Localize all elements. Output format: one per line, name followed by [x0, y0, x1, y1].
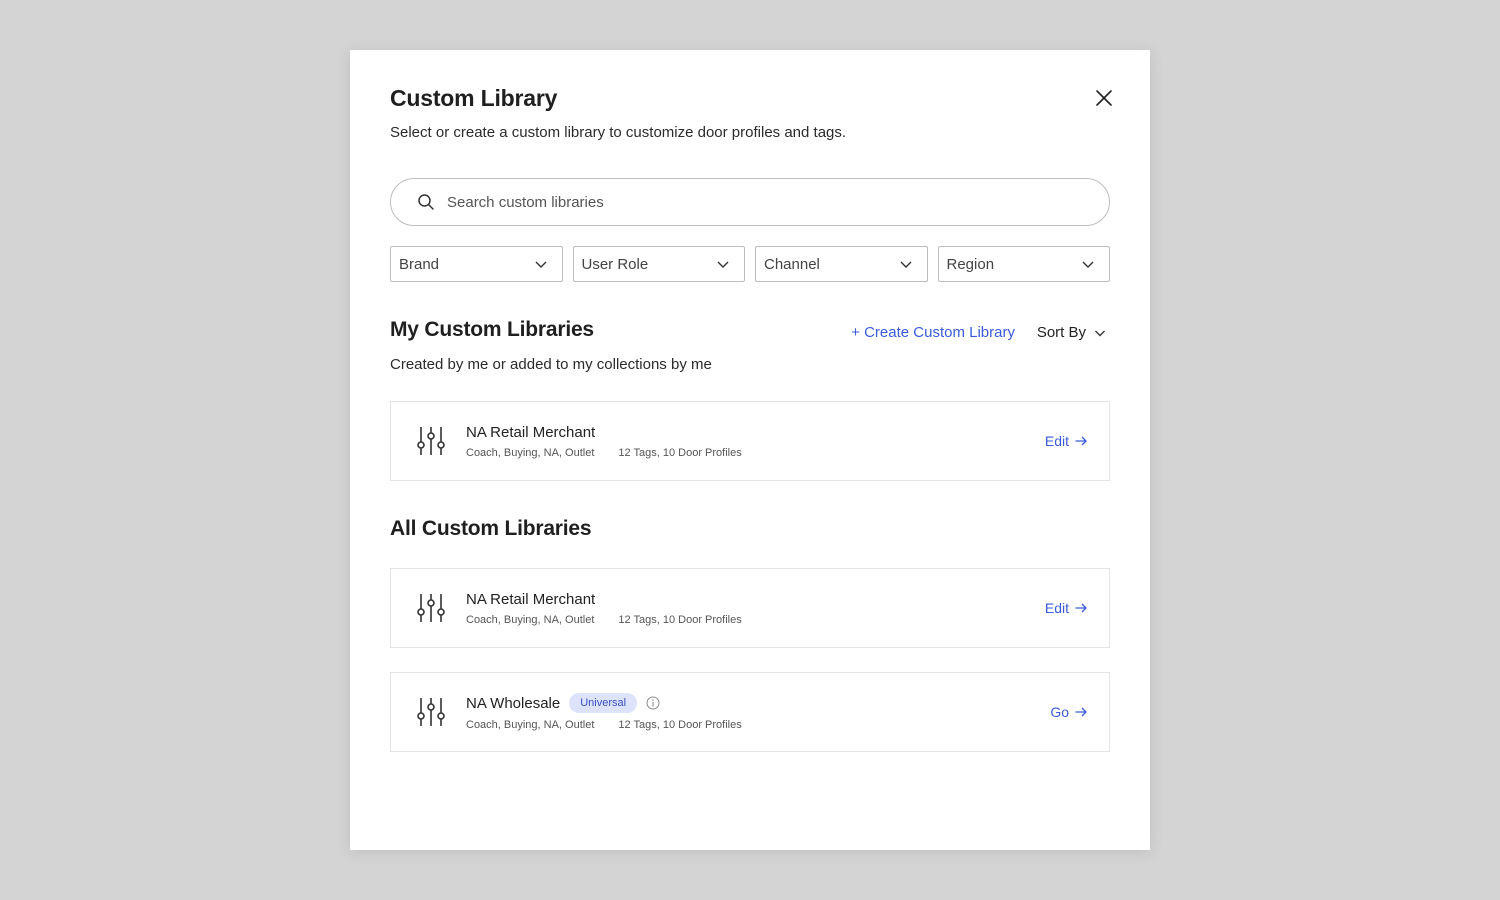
search-icon — [418, 194, 434, 210]
sliders-icon — [417, 698, 445, 726]
region-filter-dropdown[interactable]: Region — [937, 246, 1110, 282]
channel-filter-label: Channel — [764, 255, 820, 273]
search-input[interactable] — [447, 179, 1109, 225]
close-icon — [1096, 90, 1112, 106]
my-libraries-subtitle: Created by me or added to my collections… — [390, 356, 712, 373]
modal-title: Custom Library — [390, 85, 558, 111]
library-counts: 12 Tags, 10 Door Profiles — [618, 719, 742, 731]
library-tags: Coach, Buying, NA, Outlet — [466, 446, 595, 459]
chevron-down-icon — [535, 261, 546, 268]
chevron-down-icon — [1082, 261, 1094, 268]
close-button[interactable] — [1094, 88, 1114, 108]
info-icon[interactable] — [646, 696, 660, 710]
library-info: NA Retail Merchant Coach, Buying, NA, Ou… — [466, 591, 1045, 626]
all-libraries-title: All Custom Libraries — [390, 517, 592, 540]
library-counts: 12 Tags, 10 Door Profiles — [618, 613, 742, 626]
library-card[interactable]: NA Retail Merchant Coach, Buying, NA, Ou… — [390, 568, 1110, 648]
arrow-right-icon — [1075, 707, 1087, 717]
library-info: NA Wholesale Universal Coach, Buying, NA… — [466, 693, 1050, 731]
library-card[interactable]: NA Retail Merchant Coach, Buying, NA, Ou… — [390, 401, 1110, 481]
user-role-filter-dropdown[interactable]: User Role — [572, 246, 745, 282]
filter-row: Brand User Role Channel Region — [390, 246, 1110, 282]
chevron-down-icon — [1095, 330, 1105, 336]
library-name: NA Wholesale — [466, 694, 561, 712]
action-label: Go — [1050, 704, 1069, 720]
library-tags: Coach, Buying, NA, Outlet — [466, 719, 595, 731]
chevron-down-icon — [900, 261, 911, 268]
create-custom-library-link[interactable]: + Create Custom Library — [851, 324, 1015, 341]
search-bar[interactable] — [390, 178, 1110, 226]
action-label: Edit — [1044, 433, 1069, 449]
region-filter-label: Region — [946, 255, 995, 273]
user-role-filter-label: User Role — [581, 255, 649, 273]
library-tags: Coach, Buying, NA, Outlet — [466, 613, 595, 626]
library-counts: 12 Tags, 10 Door Profiles — [618, 446, 742, 459]
library-info: NA Retail Merchant Coach, Buying, NA, Ou… — [466, 424, 1045, 459]
library-name: NA Retail Merchant — [466, 423, 596, 441]
modal-subtitle: Select or create a custom library to cus… — [390, 124, 847, 141]
chevron-down-icon — [717, 261, 729, 268]
arrow-right-icon — [1075, 436, 1087, 446]
edit-library-button[interactable]: Edit — [1045, 600, 1087, 616]
sort-by-label: Sort By — [1036, 324, 1086, 341]
library-card[interactable]: NA Wholesale Universal Coach, Buying, NA… — [390, 672, 1110, 752]
library-name: NA Retail Merchant — [466, 590, 596, 608]
sliders-icon — [417, 427, 445, 455]
channel-filter-dropdown[interactable]: Channel — [755, 246, 928, 282]
go-library-button[interactable]: Go — [1050, 704, 1087, 720]
brand-filter-dropdown[interactable]: Brand — [390, 246, 563, 282]
sort-by-dropdown[interactable]: Sort By — [1037, 324, 1106, 341]
brand-filter-label: Brand — [399, 255, 440, 273]
sliders-icon — [417, 594, 445, 622]
custom-library-modal: Custom Library Select or create a custom… — [350, 50, 1150, 850]
edit-library-button[interactable]: Edit — [1045, 433, 1087, 449]
my-libraries-title: My Custom Libraries — [390, 318, 594, 341]
arrow-right-icon — [1075, 603, 1087, 613]
action-label: Edit — [1044, 600, 1069, 616]
universal-badge: Universal — [569, 693, 638, 713]
